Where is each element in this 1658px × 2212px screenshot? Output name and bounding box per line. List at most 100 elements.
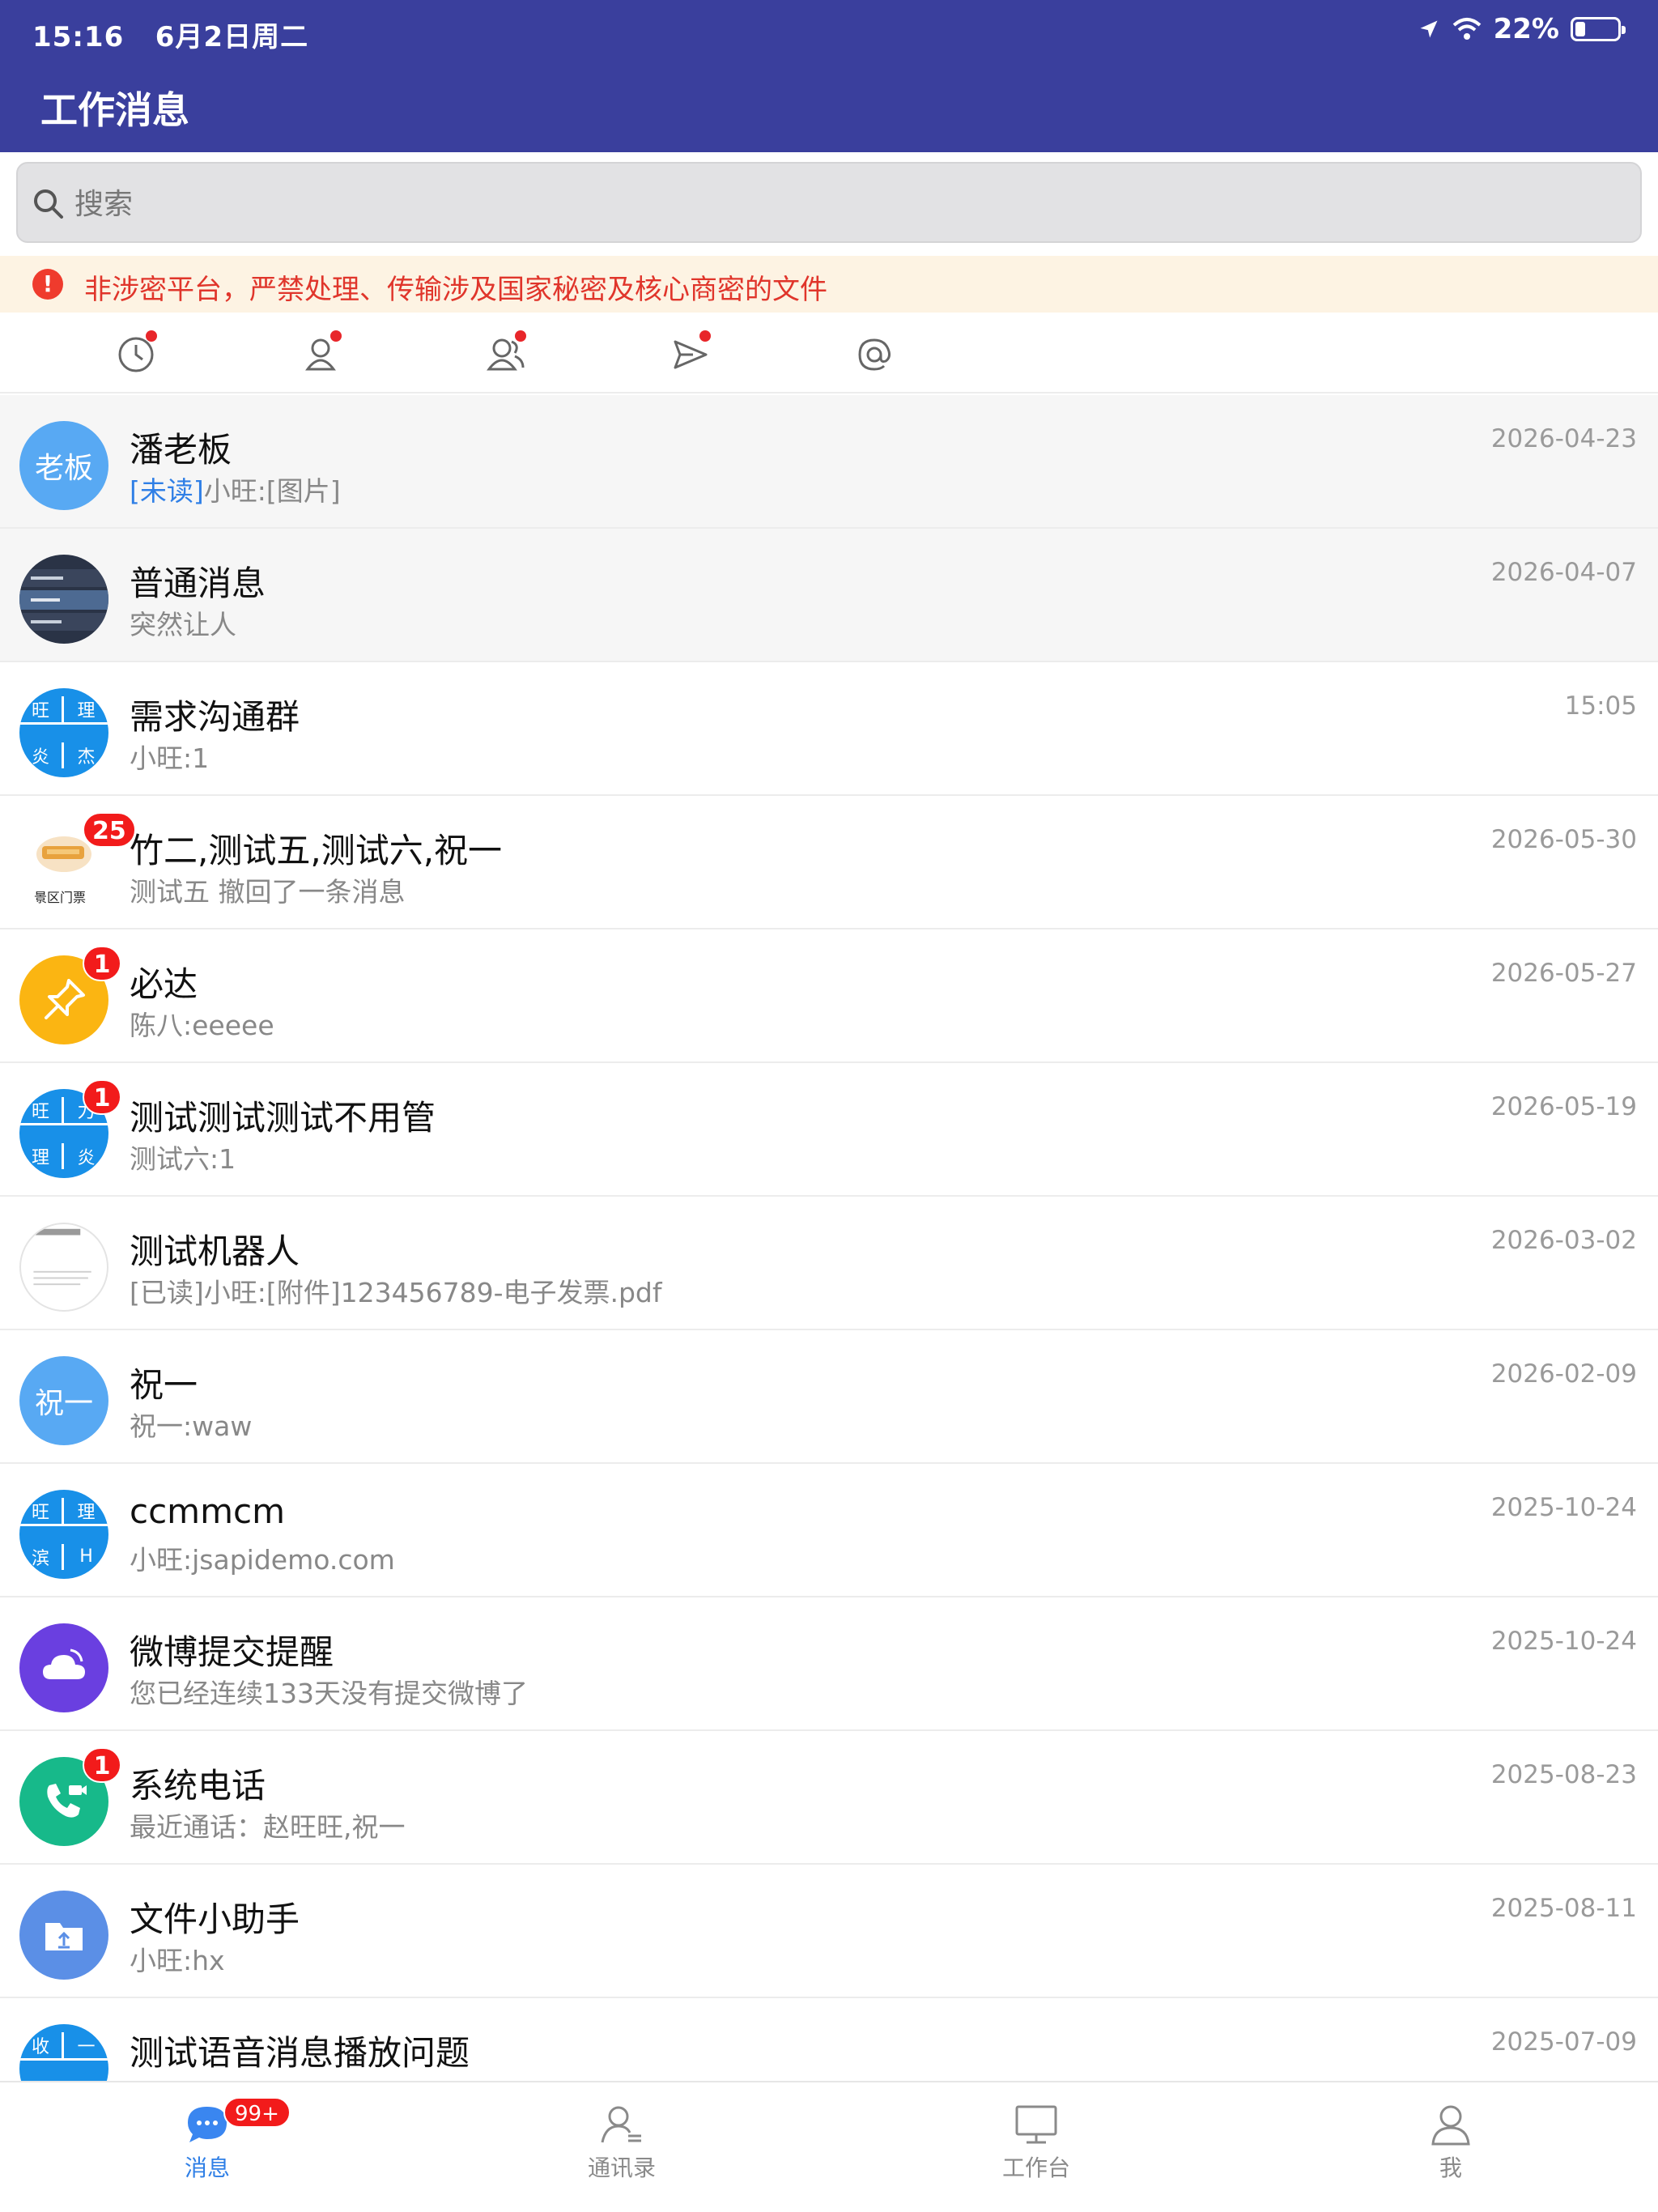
avatar-cell: 一: [64, 2032, 108, 2061]
conversation-date: 2026-05-27: [1490, 959, 1637, 988]
conversation-list: 老板 潘老板 [未读]小旺:[图片] 2026-04-23 普通消息 突然让人 …: [0, 395, 1658, 2081]
conversation-preview: 测试五 撤回了一条消息: [130, 876, 406, 908]
conversation-name: 竹二,测试五,测试六,祝一: [130, 831, 503, 870]
status-indicators: 22%: [1418, 13, 1626, 45]
conversation-name: 必达: [130, 964, 198, 1004]
tab-label: 消息: [184, 2155, 230, 2181]
unread-badge: 1: [83, 1747, 121, 1783]
notice-text: 非涉密平台，严禁处理、传输涉及国家秘密及核心商密的文件: [84, 274, 827, 306]
monitor-icon: [1015, 2105, 1057, 2144]
list-item[interactable]: 旺理炎杰 需求沟通群 小旺:1 15:05: [0, 662, 1658, 796]
conversation-date: 2025-10-24: [1490, 1493, 1637, 1522]
conversation-name: 需求沟通群: [130, 697, 300, 737]
conversation-name: 测试机器人: [130, 1231, 300, 1271]
tab-badge: 99+: [223, 2097, 291, 2128]
conversation-date: 2026-03-02: [1490, 1226, 1637, 1255]
list-item[interactable]: 测试机器人 [已读]小旺:[附件]123456789-电子发票.pdf 2026…: [0, 1197, 1658, 1330]
conversation-preview: 祝一:waw: [130, 1410, 253, 1442]
status-date: 6月2日周二: [155, 21, 309, 53]
conversation-name: 微博提交提醒: [130, 1632, 334, 1672]
avatar: 祝一: [19, 1356, 108, 1445]
conversation-name: 系统电话: [130, 1766, 266, 1806]
conversation-name: 普通消息: [130, 564, 266, 603]
avatar-cell: 旺: [19, 696, 64, 725]
list-item[interactable]: 旺力理炎 1 测试测试测试不用管 测试六:1 2026-05-19: [0, 1063, 1658, 1197]
conversation-name: 潘老板: [130, 430, 232, 470]
conversation-date: 2025-10-24: [1490, 1627, 1637, 1656]
avatar: [19, 1623, 108, 1712]
avatar-cell: 炎: [77, 1147, 96, 1168]
filter-dot: [330, 330, 342, 342]
group-avatar: 收一: [19, 2024, 108, 2081]
filter-bar: [0, 313, 1658, 393]
group-icon[interactable]: [483, 330, 528, 376]
screenshot-thumbnail-icon: [19, 569, 108, 631]
search-icon: [34, 189, 63, 219]
conversation-name: ccmmcm: [130, 1491, 286, 1531]
list-item[interactable]: 老板 潘老板 [未读]小旺:[图片] 2026-04-23: [0, 395, 1658, 529]
avatar-cell: 理: [64, 696, 108, 725]
avatar-cell: 理: [19, 1142, 64, 1169]
tab-contacts[interactable]: 通讯录: [525, 2091, 719, 2204]
conversation-name: 测试语音消息播放问题: [130, 2033, 470, 2073]
send-icon[interactable]: [667, 330, 712, 376]
list-item[interactable]: 旺理滨H ccmmcm 小旺:jsapidemo.com 2025-10-24: [0, 1464, 1658, 1597]
avatar-text: 老板: [34, 452, 93, 485]
person-icon[interactable]: [298, 330, 343, 376]
preview-text: 小旺:[图片]: [203, 475, 341, 507]
conversation-preview: 最近通话：赵旺旺,祝一: [130, 1811, 406, 1843]
conversation-preview: 陈八:eeeee: [130, 1010, 274, 1041]
list-item[interactable]: 微博提交提醒 您已经连续133天没有提交微博了 2025-10-24: [0, 1597, 1658, 1731]
conversation-date: 2026-05-19: [1490, 1092, 1637, 1121]
unread-badge: 1: [83, 1079, 121, 1115]
avatar-cell: H: [79, 1546, 93, 1567]
search-input[interactable]: [74, 180, 1613, 228]
list-item[interactable]: 景区门票 25 竹二,测试五,测试六,祝一 测试五 撤回了一条消息 2026-0…: [0, 796, 1658, 929]
list-item[interactable]: 祝一 祝一 祝一:waw 2026-02-09: [0, 1330, 1658, 1464]
avatar: [19, 1891, 108, 1980]
conversation-preview: 小旺:jsapidemo.com: [130, 1544, 395, 1576]
list-item[interactable]: 文件小助手 小旺:hx 2025-08-11: [0, 1865, 1658, 1998]
conversation-date: 15:05: [1564, 691, 1637, 721]
list-item[interactable]: 收一 测试语音消息播放问题 2025-07-09: [0, 1998, 1658, 2081]
conversation-date: 2025-08-23: [1490, 1760, 1637, 1789]
tab-messages[interactable]: 消息 99+: [110, 2091, 304, 2204]
list-item[interactable]: 1 必达 陈八:eeeee 2026-05-27: [0, 929, 1658, 1063]
conversation-date: 2025-08-11: [1490, 1894, 1637, 1923]
conversation-name: 祝一: [130, 1365, 198, 1405]
bottom-tab-bar: 消息 99+ 通讯录 工作台 我: [0, 2081, 1658, 2212]
warning-icon: !: [32, 269, 63, 300]
clock-icon[interactable]: [113, 330, 159, 376]
conversation-preview: 突然让人: [130, 609, 236, 640]
avatar-cell: 理: [64, 1498, 108, 1526]
list-item[interactable]: 普通消息 突然让人 2026-04-07: [0, 529, 1658, 662]
status-bar: 15:16 6月2日周二 22%: [0, 0, 1658, 62]
conversation-preview: 小旺:1: [130, 742, 210, 774]
avatar: [19, 555, 108, 644]
app-header: 15:16 6月2日周二 22% 工作消息: [0, 0, 1658, 152]
tab-me[interactable]: 我: [1354, 2091, 1548, 2204]
list-item[interactable]: 1 系统电话 最近通话：赵旺旺,祝一 2025-08-23: [0, 1731, 1658, 1865]
tab-label: 我: [1439, 2155, 1462, 2181]
group-avatar: 旺理滨H: [19, 1490, 108, 1579]
search-bar[interactable]: [16, 162, 1642, 243]
avatar-text: 祝一: [34, 1387, 93, 1420]
conversation-preview: 您已经连续133天没有提交微博了: [130, 1678, 528, 1709]
avatar-cell: 旺: [19, 1097, 64, 1125]
cloud-icon: [43, 1648, 85, 1679]
filter-dot: [146, 330, 157, 342]
status-time: 15:16 6月2日周二: [32, 21, 309, 53]
battery-percent: 22%: [1493, 13, 1559, 45]
conversation-preview: 测试六:1: [130, 1143, 236, 1175]
document-thumbnail-icon: [33, 1228, 91, 1286]
battery-fill: [1575, 22, 1586, 36]
at-icon[interactable]: [852, 330, 897, 376]
conversation-name: 文件小助手: [130, 1899, 300, 1939]
user-icon: [1431, 2105, 1470, 2146]
tab-workbench[interactable]: 工作台: [939, 2091, 1133, 2204]
tab-label: 工作台: [1001, 2155, 1070, 2181]
filter-dot: [699, 330, 711, 342]
location-icon: [1420, 20, 1438, 38]
filter-dot: [515, 330, 526, 342]
conversation-name: 测试测试测试不用管: [130, 1098, 436, 1138]
